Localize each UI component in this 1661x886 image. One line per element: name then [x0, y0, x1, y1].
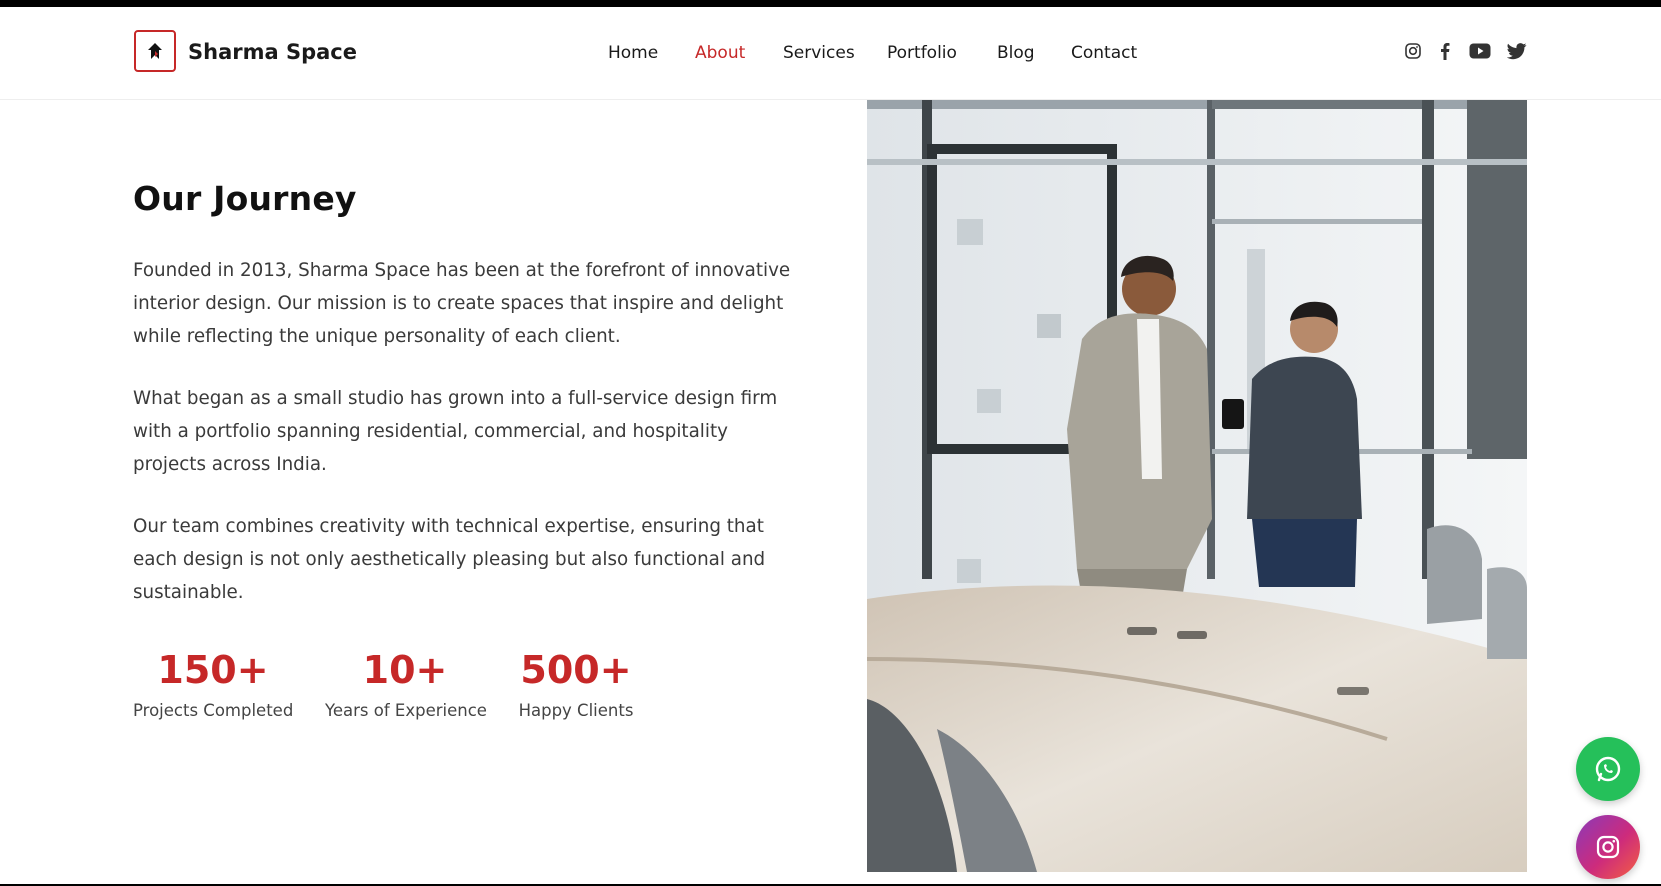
journey-paragraph-3: Our team combines creativity with techni…	[133, 516, 766, 603]
page-title: Our Journey	[133, 179, 357, 218]
stat-value: 150+	[157, 648, 269, 692]
nav-item-blog[interactable]: Blog	[997, 43, 1035, 63]
brand-logo[interactable]	[134, 30, 176, 72]
nav-item-portfolio[interactable]: Portfolio	[887, 43, 957, 63]
stat-label: Projects Completed	[133, 701, 294, 720]
twitter-icon[interactable]	[1506, 40, 1528, 62]
journey-paragraph-2: What began as a small studio has grown i…	[133, 388, 778, 475]
whatsapp-icon	[1595, 756, 1621, 782]
stat-value: 500+	[520, 648, 632, 692]
nav-item-services[interactable]: Services	[783, 43, 855, 63]
instagram-icon[interactable]	[1402, 40, 1424, 62]
instagram-icon	[1596, 835, 1620, 859]
youtube-icon[interactable]	[1469, 40, 1491, 62]
stat-value: 10+	[362, 648, 448, 692]
stat-experience: 10+ Years of Experience	[325, 647, 487, 720]
facebook-icon[interactable]	[1434, 40, 1456, 62]
house-logo-icon	[148, 43, 162, 59]
whatsapp-button[interactable]	[1576, 737, 1640, 801]
stat-label: Happy Clients	[518, 701, 634, 720]
journey-paragraph-1: Founded in 2013, Sharma Space has been a…	[133, 260, 791, 347]
page-frame: Sharma Space Home About Services Portfol…	[0, 7, 1661, 884]
stat-clients: 500+ Happy Clients	[515, 647, 637, 720]
stat-label: Years of Experience	[325, 701, 487, 720]
site-header: Sharma Space Home About Services Portfol…	[0, 7, 1661, 100]
brand-name[interactable]: Sharma Space	[188, 40, 357, 64]
nav-item-about[interactable]: About	[695, 43, 745, 63]
office-meeting-photo	[867, 99, 1527, 872]
instagram-button[interactable]	[1576, 815, 1640, 879]
nav-item-home[interactable]: Home	[608, 43, 658, 63]
stat-projects: 150+ Projects Completed	[133, 647, 293, 720]
nav-item-contact[interactable]: Contact	[1071, 43, 1137, 63]
